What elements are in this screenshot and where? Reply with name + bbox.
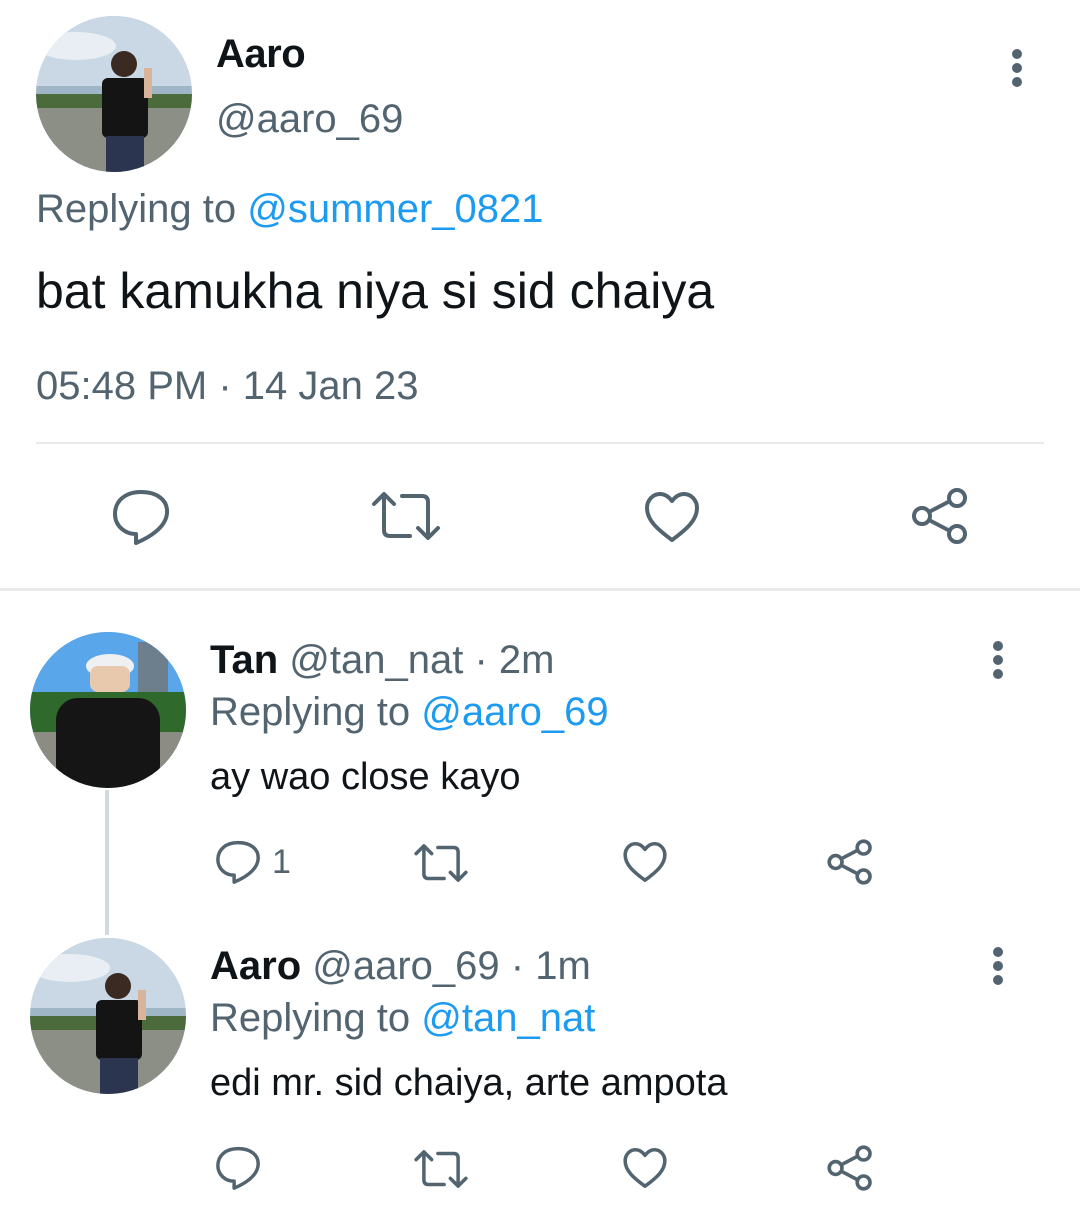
- user-handle[interactable]: @aaro_69: [312, 944, 499, 988]
- avatar[interactable]: [30, 938, 186, 1094]
- reply-button[interactable]: [110, 488, 172, 546]
- section-divider: [0, 588, 1080, 591]
- like-button[interactable]: [622, 1146, 668, 1190]
- avatar[interactable]: [36, 16, 192, 172]
- user-handle[interactable]: @tan_nat: [289, 638, 463, 682]
- more-vertical-icon[interactable]: [978, 942, 1018, 1002]
- display-name[interactable]: Aaro: [216, 32, 306, 77]
- retweet-icon: [414, 1150, 468, 1188]
- replying-to: Replying to @summer_0821: [36, 187, 544, 232]
- display-name[interactable]: Tan: [210, 638, 278, 682]
- share-button[interactable]: [826, 1144, 874, 1192]
- replying-label: Replying to: [210, 690, 411, 734]
- thread-line: [105, 790, 109, 935]
- retweet-icon: [372, 492, 440, 540]
- retweet-icon: [414, 844, 468, 882]
- replying-to-link[interactable]: @tan_nat: [421, 996, 595, 1040]
- more-vertical-icon[interactable]: [978, 636, 1018, 696]
- tweet-text: bat kamukha niya si sid chaiya: [36, 263, 715, 319]
- replying-to-link[interactable]: @aaro_69: [421, 690, 608, 734]
- share-icon: [827, 839, 872, 885]
- heart-icon: [623, 1147, 667, 1189]
- divider: [36, 442, 1044, 444]
- user-handle[interactable]: @aaro_69: [216, 97, 403, 142]
- reply-text: edi mr. sid chaiya, arte ampota: [210, 1062, 728, 1104]
- share-icon: [912, 488, 967, 544]
- like-button[interactable]: [643, 490, 701, 544]
- tweet-timestamp[interactable]: 05:48 PM · 14 Jan 23: [36, 364, 418, 409]
- reply-count: 1: [272, 843, 291, 881]
- reply-bubble-icon: [216, 1146, 260, 1190]
- more-vertical-icon[interactable]: [997, 44, 1037, 104]
- heart-icon: [623, 841, 667, 883]
- replying-to-link[interactable]: @summer_0821: [247, 187, 543, 231]
- reply-button[interactable]: [214, 1144, 262, 1192]
- replying-to: Replying to @aaro_69: [210, 690, 609, 735]
- reply-bubble-icon: [113, 490, 170, 545]
- retweet-button[interactable]: [413, 842, 469, 884]
- share-button[interactable]: [910, 486, 970, 546]
- reply-bubble-icon: [216, 840, 260, 884]
- reply-time[interactable]: · 2m: [474, 638, 554, 682]
- reply-text: ay wao close kayo: [210, 756, 521, 798]
- share-button[interactable]: [826, 838, 874, 886]
- reply-header: Tan @tan_nat · 2m: [210, 638, 554, 683]
- heart-icon: [645, 492, 699, 542]
- avatar[interactable]: [30, 632, 186, 788]
- replying-label: Replying to: [210, 996, 411, 1040]
- replying-label: Replying to: [36, 187, 237, 231]
- share-icon: [827, 1145, 872, 1191]
- display-name[interactable]: Aaro: [210, 944, 301, 988]
- replying-to: Replying to @tan_nat: [210, 996, 595, 1041]
- reply-header: Aaro @aaro_69 · 1m: [210, 944, 591, 989]
- reply-button[interactable]: [214, 838, 262, 886]
- retweet-button[interactable]: [370, 490, 442, 542]
- like-button[interactable]: [622, 840, 668, 884]
- retweet-button[interactable]: [413, 1148, 469, 1190]
- reply-time[interactable]: · 1m: [511, 944, 591, 988]
